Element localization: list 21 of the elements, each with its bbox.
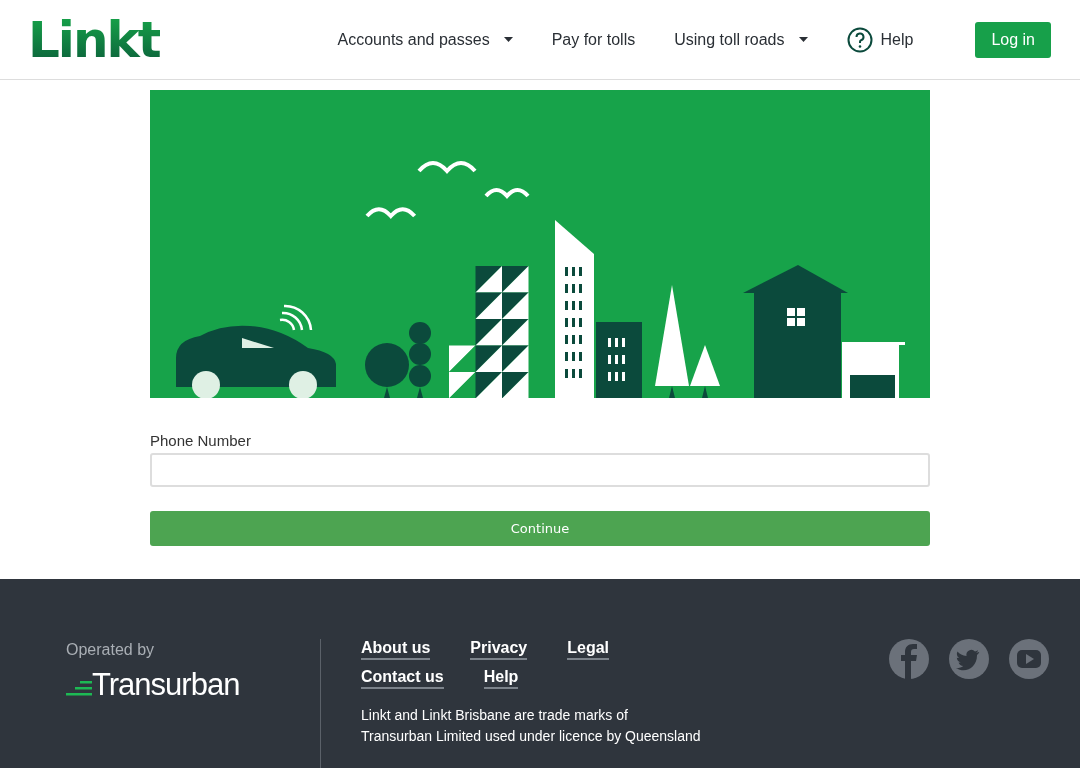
nav-link[interactable]: Using toll roads — [674, 30, 808, 49]
footer-link[interactable]: Legal — [567, 639, 610, 660]
caret-icon — [798, 37, 808, 42]
footer-link[interactable]: Privacy — [470, 639, 528, 660]
caret-icon — [503, 37, 513, 42]
transurban-logo[interactable]: Transurban — [66, 667, 320, 703]
footer-link[interactable]: Help — [483, 668, 519, 689]
phone-input-field[interactable] — [150, 453, 930, 487]
help-icon — [846, 26, 873, 53]
footer-link[interactable]: About us — [361, 639, 431, 660]
operated-by-text: Operated by — [66, 641, 156, 659]
youtube-icon[interactable] — [1009, 639, 1049, 679]
trademark-text: Linkt and Linkt Brisbane are trade marks of Transurban Limited used under licence by Queensland — [361, 706, 702, 746]
nav-link[interactable]: Pay for tolls — [551, 30, 636, 49]
stripes-icon — [66, 681, 92, 697]
nav-link[interactable]: Accounts and passes — [337, 30, 513, 49]
footer-link[interactable]: Contact us — [361, 668, 444, 689]
twitter-icon[interactable] — [949, 639, 989, 679]
facebook-icon[interactable] — [889, 639, 929, 679]
nav-link[interactable]: Help — [846, 26, 914, 53]
field-label: Phone Number — [150, 432, 252, 449]
